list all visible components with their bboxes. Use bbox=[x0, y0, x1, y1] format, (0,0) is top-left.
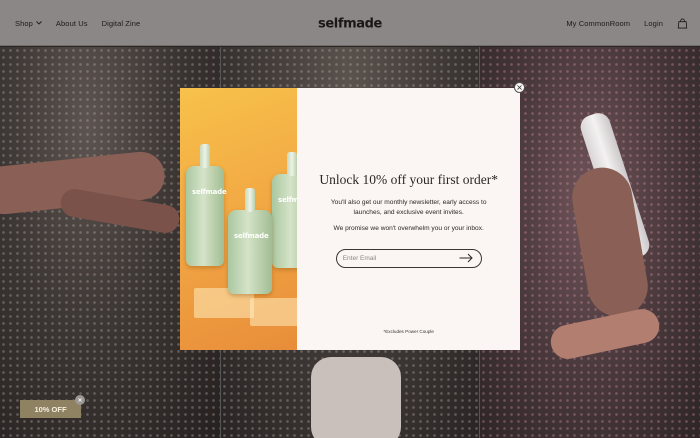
serum-bottle: selfmade bbox=[272, 152, 298, 268]
discount-tab[interactable]: 10% OFF bbox=[20, 400, 81, 418]
modal-subtext-2: We promise we won't overwhelm you or you… bbox=[333, 225, 484, 232]
modal-subtext: You'll also get our monthly newsletter, … bbox=[330, 199, 487, 216]
bottle-label: selfmade bbox=[278, 196, 298, 204]
site-header: Shop About Us Digital Zine selfmade My C… bbox=[0, 0, 700, 46]
site-logo[interactable]: selfmade bbox=[318, 17, 382, 32]
chevron-down-icon bbox=[36, 21, 42, 25]
nav-shop-label: Shop bbox=[15, 18, 33, 28]
close-icon[interactable] bbox=[514, 82, 525, 93]
account-nav: My CommonRoom Login bbox=[566, 0, 688, 46]
nav-my-commonroom[interactable]: My CommonRoom bbox=[566, 19, 630, 28]
primary-nav: Shop About Us Digital Zine bbox=[15, 0, 140, 46]
bottle-label: selfmade bbox=[192, 188, 227, 196]
nav-shop[interactable]: Shop bbox=[15, 19, 42, 28]
modal-footnote: *Excludes Power Couple bbox=[383, 329, 434, 334]
newsletter-modal: selfmade selfmade selfmade Unlock 10% of… bbox=[180, 88, 520, 350]
figure-image bbox=[311, 357, 401, 438]
acrylic-block bbox=[250, 298, 298, 326]
serum-bottle: selfmade bbox=[228, 188, 272, 294]
email-input[interactable] bbox=[342, 254, 443, 262]
modal-headline: Unlock 10% off your first order* bbox=[319, 172, 498, 187]
bottle-label: selfmade bbox=[234, 232, 269, 240]
nav-login[interactable]: Login bbox=[644, 19, 663, 28]
arrow-right-icon[interactable] bbox=[459, 253, 473, 263]
product-image: selfmade selfmade selfmade bbox=[180, 88, 298, 350]
close-icon[interactable] bbox=[75, 395, 85, 405]
serum-bottle: selfmade bbox=[186, 144, 227, 266]
shopping-bag-icon[interactable] bbox=[677, 18, 688, 29]
nav-about-us[interactable]: About Us bbox=[56, 19, 88, 28]
modal-content: Unlock 10% off your first order* You'll … bbox=[297, 88, 520, 350]
email-form bbox=[335, 248, 482, 268]
nav-digital-zine[interactable]: Digital Zine bbox=[102, 19, 141, 28]
